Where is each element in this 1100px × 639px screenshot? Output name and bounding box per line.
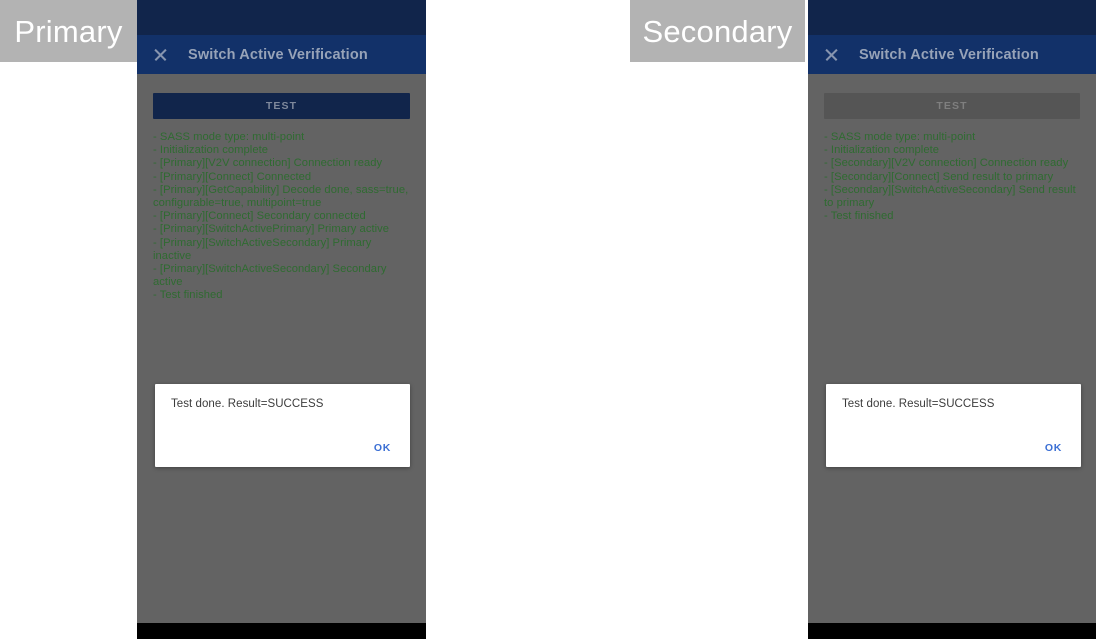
navigation-bar-primary <box>137 623 426 639</box>
dialog-ok-button[interactable]: OK <box>369 439 396 457</box>
close-icon[interactable] <box>153 47 168 62</box>
navigation-bar-secondary <box>808 623 1096 639</box>
status-bar-primary <box>137 0 426 35</box>
result-dialog-primary: Test done. Result=SUCCESS OK <box>155 384 410 467</box>
log-line: - [Secondary][SwitchActiveSecondary] Sen… <box>824 183 1079 210</box>
log-output-secondary: - SASS mode type: multi-point - Initializ… <box>824 131 1080 223</box>
app-bar-title: Switch Active Verification <box>188 46 368 63</box>
log-output-primary: - SASS mode type: multi-point - Initializ… <box>153 131 410 303</box>
dialog-message: Test done. Result=SUCCESS <box>171 398 324 410</box>
dialog-actions: OK <box>1040 439 1067 457</box>
dialog-ok-button[interactable]: OK <box>1040 439 1067 457</box>
log-line: - SASS mode type: multi-point <box>153 131 305 143</box>
log-line: - [Primary][Connect] Connected <box>153 170 312 183</box>
dialog-actions: OK <box>369 439 396 457</box>
log-line: - [Primary][SwitchActivePrimary] Primary… <box>153 223 390 236</box>
log-line: - SASS mode type: multi-point <box>824 131 976 143</box>
caption-secondary: Secondary <box>630 0 805 62</box>
log-line: - Initialization complete <box>153 144 269 157</box>
caption-primary: Primary <box>0 0 137 62</box>
result-dialog-secondary: Test done. Result=SUCCESS OK <box>826 384 1081 467</box>
content-area-secondary: TEST - SASS mode type: multi-point - Init… <box>808 93 1096 639</box>
log-line: - Initialization complete <box>824 144 940 157</box>
log-line: - [Primary][GetCapability] Decode done, … <box>153 183 412 210</box>
caption-primary-label: Primary <box>14 13 123 49</box>
device-screen-secondary: Switch Active Verification TEST - SASS m… <box>808 0 1096 639</box>
device-screen-primary: Switch Active Verification TEST - SASS m… <box>137 0 426 639</box>
app-bar-title: Switch Active Verification <box>859 46 1039 63</box>
test-button[interactable]: TEST <box>153 93 410 119</box>
log-line: - [Secondary][Connect] Send result to pr… <box>824 170 1054 183</box>
test-button[interactable]: TEST <box>824 93 1080 119</box>
app-bar-secondary: Switch Active Verification <box>808 35 1096 74</box>
content-area-primary: TEST - SASS mode type: multi-point - Init… <box>137 93 426 639</box>
log-line: - Test finished <box>824 210 894 223</box>
log-line: - [Primary][V2V connection] Connection r… <box>153 157 383 170</box>
log-line: - Test finished <box>153 289 223 302</box>
log-line: - [Primary][SwitchActiveSecondary] Prima… <box>153 236 375 262</box>
log-line: - [Secondary][V2V connection] Connection… <box>824 157 1069 170</box>
status-bar-secondary <box>808 0 1096 35</box>
app-bar-primary: Switch Active Verification <box>137 35 426 74</box>
close-icon[interactable] <box>824 47 839 62</box>
caption-secondary-label: Secondary <box>642 13 793 49</box>
log-line: - [Primary][Connect] Secondary connected <box>153 210 366 223</box>
dialog-message: Test done. Result=SUCCESS <box>842 398 995 410</box>
log-line: - [Primary][SwitchActiveSecondary] Secon… <box>153 263 390 289</box>
